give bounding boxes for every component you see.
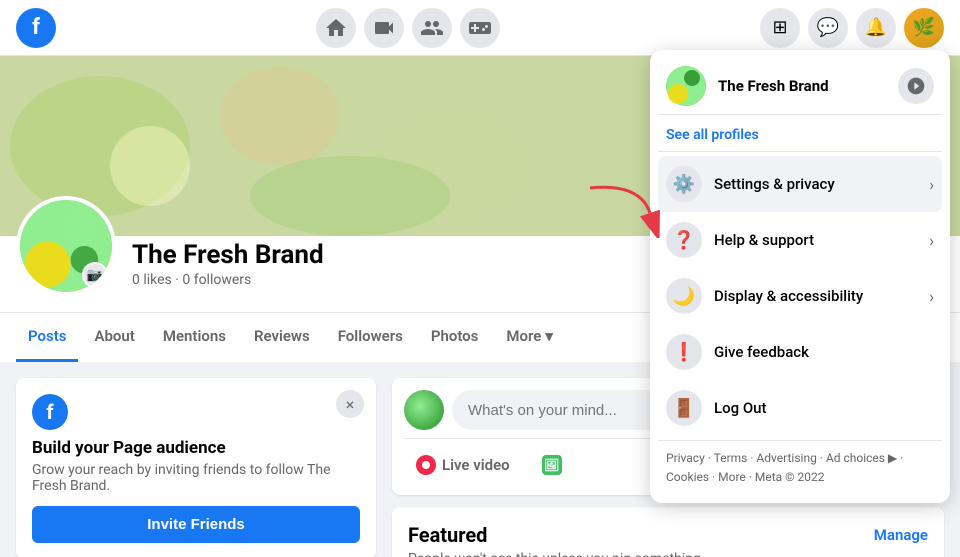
camera-badge[interactable]: 📷 xyxy=(82,262,108,288)
menu-footer: Privacy · Terms · Advertising · Ad choic… xyxy=(658,440,942,495)
facebook-icon: f xyxy=(32,394,68,430)
menu-item-settings[interactable]: ⚙️ Settings & privacy › xyxy=(658,156,942,212)
composer-avatar xyxy=(404,390,444,430)
menu-item-logout[interactable]: 🚪 Log Out xyxy=(658,380,942,436)
chevron-right-icon-2: › xyxy=(929,231,934,250)
chevron-right-icon-3: › xyxy=(929,287,934,306)
live-video-button[interactable]: Live video xyxy=(404,447,522,483)
menu-item-settings-label: Settings & privacy xyxy=(714,175,917,193)
facebook-logo[interactable]: f xyxy=(16,8,56,48)
close-button[interactable]: × xyxy=(336,390,364,418)
notifications-button[interactable]: 🔔 xyxy=(856,8,896,48)
grid-menu-button[interactable]: ⊞ xyxy=(760,8,800,48)
home-nav-button[interactable] xyxy=(316,8,356,48)
help-icon: ❓ xyxy=(666,222,702,258)
chevron-right-icon: › xyxy=(929,175,934,194)
menu-item-display[interactable]: 🌙 Display & accessibility › xyxy=(658,268,942,324)
build-audience-description: Grow your reach by inviting friends to f… xyxy=(32,462,360,494)
people-nav-button[interactable] xyxy=(412,8,452,48)
video-nav-button[interactable] xyxy=(364,8,404,48)
left-column: × f Build your Page audience Grow your r… xyxy=(16,378,376,541)
tab-photos[interactable]: Photos xyxy=(419,313,491,362)
live-icon xyxy=(416,455,436,475)
tab-posts[interactable]: Posts xyxy=(16,313,78,362)
featured-header: Featured Manage xyxy=(408,523,928,547)
build-audience-card: × f Build your Page audience Grow your r… xyxy=(16,378,376,557)
photo-button[interactable]: 🖼 xyxy=(530,447,574,483)
featured-description: People won't see this unless you pin som… xyxy=(408,551,928,557)
settings-icon: ⚙️ xyxy=(666,166,702,202)
nav-right: ⊞ 💬 🔔 🌿 xyxy=(760,8,944,48)
see-all-profiles-link[interactable]: See all profiles xyxy=(658,123,942,152)
tab-more-label: More xyxy=(506,327,541,345)
menu-item-help-label: Help & support xyxy=(714,231,917,249)
tab-reviews[interactable]: Reviews xyxy=(242,313,322,362)
invite-friends-button[interactable]: Invite Friends xyxy=(32,506,360,543)
build-audience-title: Build your Page audience xyxy=(32,438,360,458)
tab-more[interactable]: More ▾ xyxy=(494,313,564,362)
logout-icon: 🚪 xyxy=(666,390,702,426)
display-icon: 🌙 xyxy=(666,278,702,314)
live-video-label: Live video xyxy=(442,456,510,474)
tab-followers[interactable]: Followers xyxy=(326,313,415,362)
menu-item-feedback-label: Give feedback xyxy=(714,343,934,361)
photo-icon: 🖼 xyxy=(542,455,562,475)
featured-title: Featured xyxy=(408,523,487,547)
profile-avatar-nav[interactable]: 🌿 xyxy=(904,8,944,48)
feedback-icon: ❗ xyxy=(666,334,702,370)
menu-item-feedback[interactable]: ❗ Give feedback xyxy=(658,324,942,380)
menu-item-display-label: Display & accessibility xyxy=(714,287,917,305)
nav-center xyxy=(316,8,500,48)
dropdown-menu: The Fresh Brand See all profiles ⚙️ Sett… xyxy=(650,50,950,503)
chevron-down-icon: ▾ xyxy=(545,327,553,345)
menu-item-logout-label: Log Out xyxy=(714,399,934,417)
nav-left: f xyxy=(16,8,56,48)
profile-avatar[interactable]: 📷 xyxy=(16,196,116,296)
menu-profile-row: The Fresh Brand xyxy=(658,58,942,115)
menu-profile-settings-icon[interactable] xyxy=(898,68,934,104)
menu-profile-name: The Fresh Brand xyxy=(718,77,886,95)
tab-about[interactable]: About xyxy=(82,313,146,362)
messenger-button[interactable]: 💬 xyxy=(808,8,848,48)
tab-mentions[interactable]: Mentions xyxy=(151,313,238,362)
menu-item-help[interactable]: ❓ Help & support › xyxy=(658,212,942,268)
manage-link[interactable]: Manage xyxy=(874,526,928,544)
featured-card: Featured Manage People won't see this un… xyxy=(392,507,944,557)
gaming-nav-button[interactable] xyxy=(460,8,500,48)
top-navigation: f ⊞ 💬 🔔 🌿 xyxy=(0,0,960,56)
menu-profile-avatar xyxy=(666,66,706,106)
